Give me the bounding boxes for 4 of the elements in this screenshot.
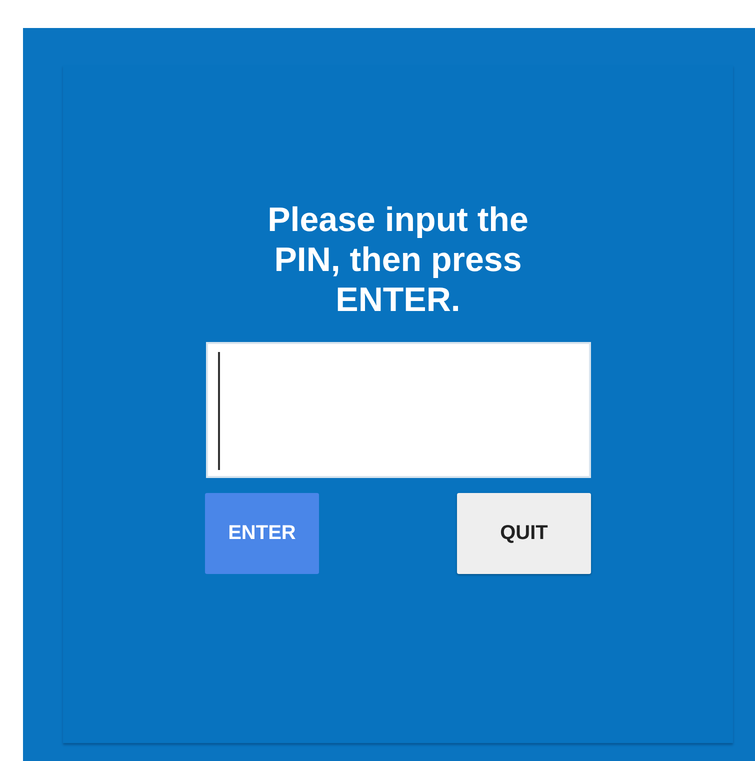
enter-button[interactable]: ENTER [205, 493, 319, 574]
prompt-text: Please input the PIN, then press ENTER. [266, 200, 530, 320]
quit-button[interactable]: QUIT [457, 493, 591, 574]
pin-field[interactable] [206, 342, 590, 478]
